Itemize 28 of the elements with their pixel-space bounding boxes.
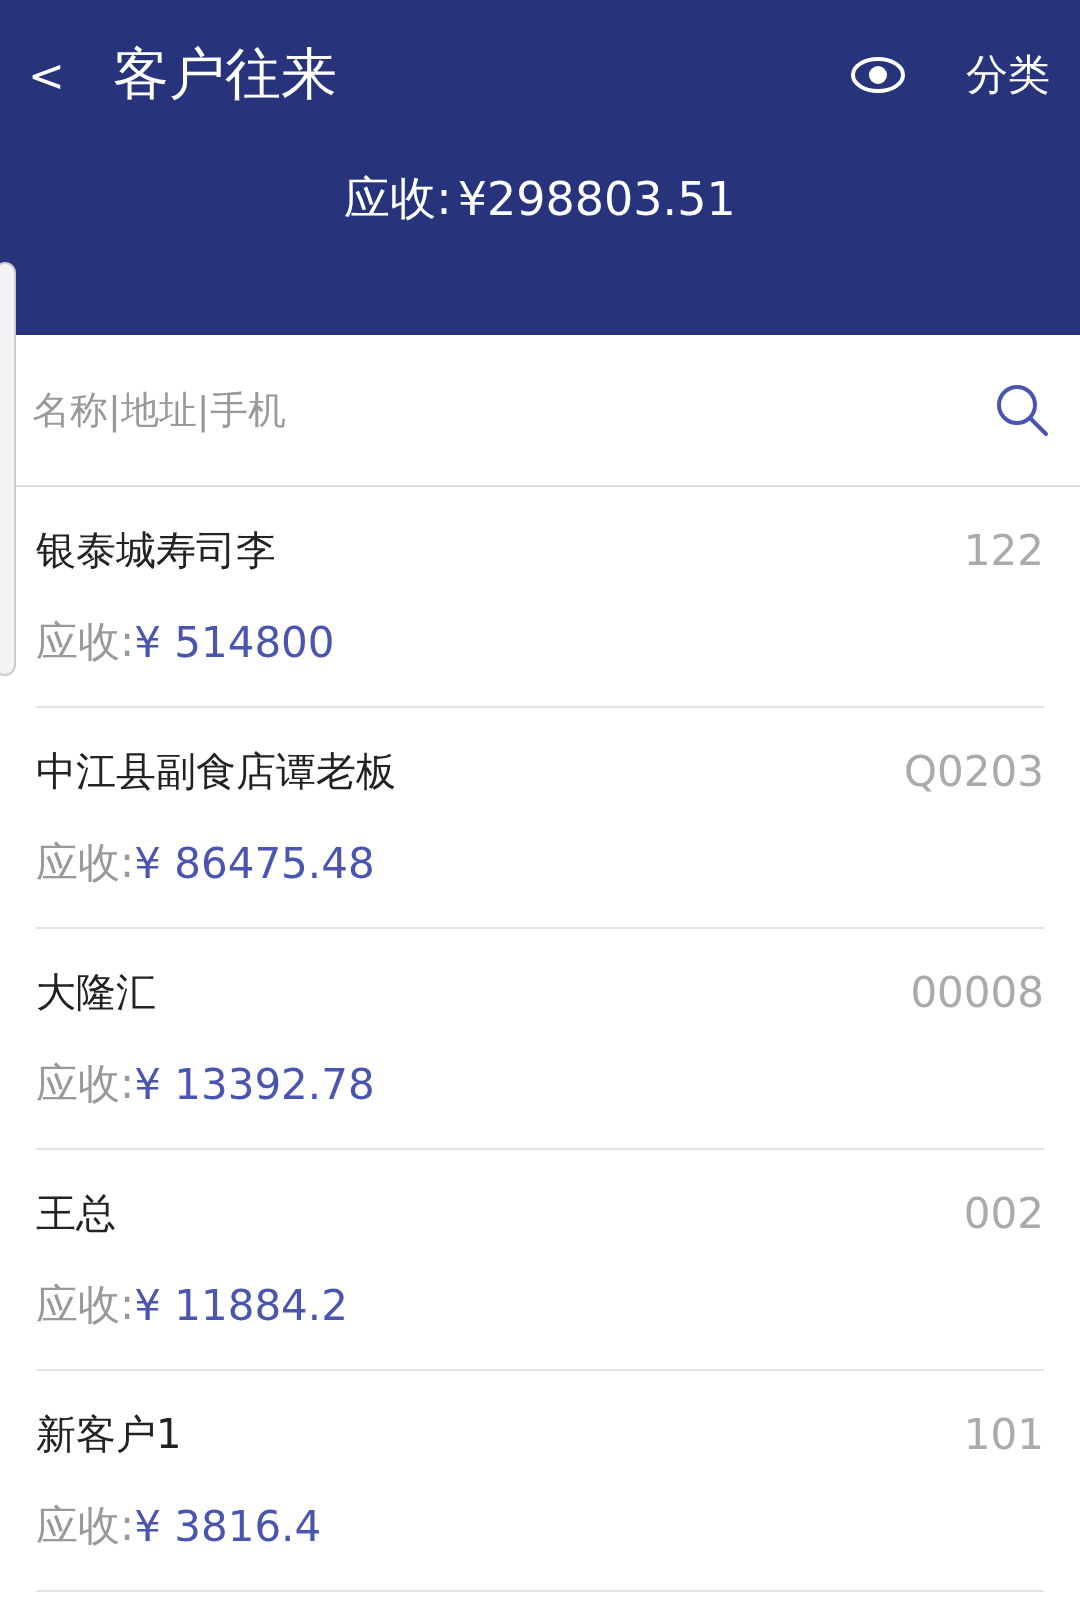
customer-name[interactable]: 新客户1 bbox=[36, 1407, 182, 1462]
receivable-amount: ¥ 3816.4 bbox=[134, 1501, 322, 1551]
total-label: 应收: bbox=[344, 170, 452, 227]
drawer-handle[interactable] bbox=[0, 262, 16, 676]
customer-name[interactable]: 中江县副食店谭老板 bbox=[36, 744, 396, 799]
receivable-amount: ¥ 13392.78 bbox=[134, 1059, 375, 1109]
customer-code: 122 bbox=[963, 526, 1044, 575]
page-title: 客户往来 bbox=[112, 40, 338, 108]
customer-code: 00008 bbox=[910, 968, 1044, 1017]
eye-icon[interactable] bbox=[850, 55, 906, 95]
customer-name[interactable]: 银泰城寿司李 bbox=[36, 523, 276, 578]
receivable-label: 应收: bbox=[36, 616, 135, 668]
search-icon[interactable] bbox=[994, 382, 1050, 438]
customer-code: 002 bbox=[963, 1189, 1044, 1238]
customer-name[interactable]: 王总 bbox=[36, 1186, 116, 1241]
total-amount: ¥298803.51 bbox=[457, 172, 736, 226]
receivable-label: 应收: bbox=[36, 1500, 135, 1552]
receivable-amount: ¥ 514800 bbox=[134, 617, 335, 667]
back-button[interactable]: < bbox=[18, 49, 75, 101]
receivable-amount: ¥ 86475.48 bbox=[134, 838, 375, 888]
category-button[interactable]: 分类 bbox=[966, 47, 1050, 103]
receivable-label: 应收: bbox=[36, 1058, 135, 1110]
receivable-label: 应收: bbox=[36, 1279, 135, 1331]
customer-code: Q0203 bbox=[904, 747, 1044, 796]
receivable-label: 应收: bbox=[36, 837, 135, 889]
customer-code: 101 bbox=[963, 1410, 1044, 1459]
receivable-amount: ¥ 11884.2 bbox=[134, 1280, 348, 1330]
customer-name[interactable]: 大隆汇 bbox=[36, 965, 156, 1020]
